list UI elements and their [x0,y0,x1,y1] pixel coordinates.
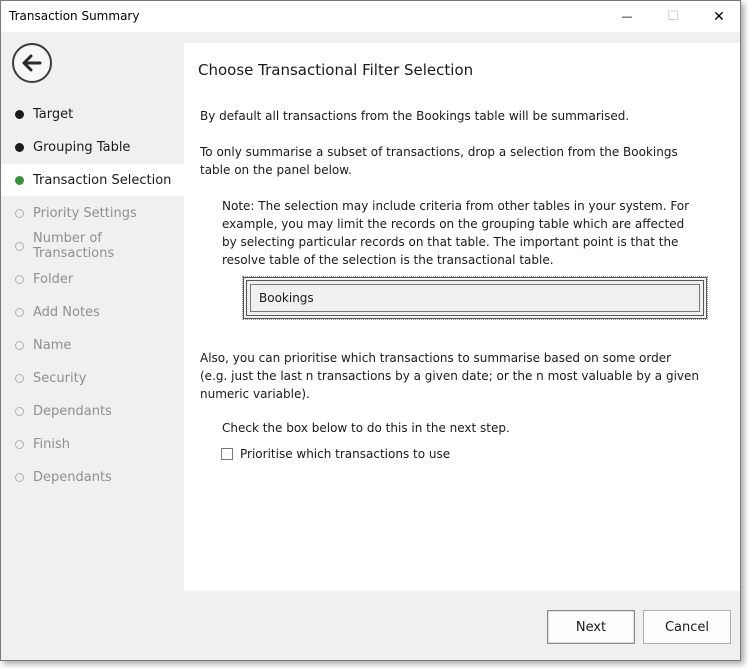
subset-info-text: To only summarise a subset of transactio… [200,145,678,177]
sidebar-step[interactable]: Target [1,98,184,130]
note-text: Note: The selection may include criteria… [222,199,690,267]
step-pending-icon [15,340,24,350]
drop-panel-value: Bookings [250,284,700,312]
sidebar-step-label: Priority Settings [33,205,137,221]
step-pending-icon [15,406,24,416]
sidebar-step-label: Add Notes [33,304,100,320]
prioritise-info-text: Also, you can prioritise which transacti… [200,351,700,401]
maximize-icon: ☐ [667,9,679,24]
next-button[interactable]: Next [547,610,635,644]
arrow-left-icon [22,54,42,72]
step-pending-icon [15,208,24,218]
step-done-icon [15,109,24,119]
default-info-text: By default all transactions from the Boo… [200,109,630,123]
step-pending-icon [15,241,24,251]
prioritise-checkbox-label[interactable]: Prioritise which transactions to use [240,447,450,461]
sidebar-step[interactable]: Transaction Selection [1,164,184,196]
sidebar-step[interactable]: Add Notes [1,296,184,328]
page-title: Choose Transactional Filter Selection [198,61,474,79]
cancel-button[interactable]: Cancel [643,610,731,644]
sidebar-step[interactable]: Security [1,362,184,394]
sidebar-step-label: Grouping Table [33,139,131,155]
sidebar-step-label: Dependants [33,469,112,485]
step-pending-icon [15,472,24,482]
sidebar-step-label: Target [33,106,74,122]
selection-drop-panel[interactable]: Bookings [242,276,708,320]
sidebar-step[interactable]: Priority Settings [1,197,184,229]
sidebar-step[interactable]: Finish [1,428,184,460]
step-current-icon [15,175,24,185]
step-done-icon [15,142,24,152]
step-pending-icon [15,439,24,449]
sidebar-step[interactable]: Name [1,329,184,361]
sidebar-step-label: Finish [33,436,71,452]
sidebar-step-label: Number of Transactions [33,231,115,261]
window-title: Transaction Summary [9,9,140,23]
sidebar-step[interactable]: Folder [1,263,184,295]
check-instruction-text: Check the box below to do this in the ne… [222,421,510,435]
sidebar-step[interactable]: Number of Transactions [1,230,184,262]
step-pending-icon [15,307,24,317]
sidebar-step-label: Security [33,370,87,386]
minimize-icon: — [621,10,633,23]
prioritise-checkbox-row[interactable]: Prioritise which transactions to use [221,447,450,461]
sidebar-step[interactable]: Grouping Table [1,131,184,163]
sidebar-step-label: Folder [33,271,74,287]
wizard-window: Transaction Summary — ☐ ✕ Target Grouping… [0,0,741,661]
minimize-button[interactable]: — [604,1,650,32]
maximize-button[interactable]: ☐ [650,1,696,32]
close-icon: ✕ [713,8,725,25]
back-button[interactable] [12,43,52,83]
wizard-sidebar: Target Grouping Table Transaction Selectio… [1,32,184,660]
sidebar-step[interactable]: Dependants [1,395,184,427]
sidebar-step-label: Dependants [33,403,112,419]
sidebar-step[interactable]: Dependants [1,461,184,493]
step-pending-icon [15,274,24,284]
sidebar-step-label: Transaction Selection [33,172,172,188]
main-panel: Choose Transactional Filter Selection By… [184,43,740,591]
step-pending-icon [15,373,24,383]
close-button[interactable]: ✕ [696,1,742,32]
title-bar: Transaction Summary — ☐ ✕ [1,1,740,32]
prioritise-checkbox[interactable] [221,448,233,460]
sidebar-step-label: Name [33,337,72,353]
